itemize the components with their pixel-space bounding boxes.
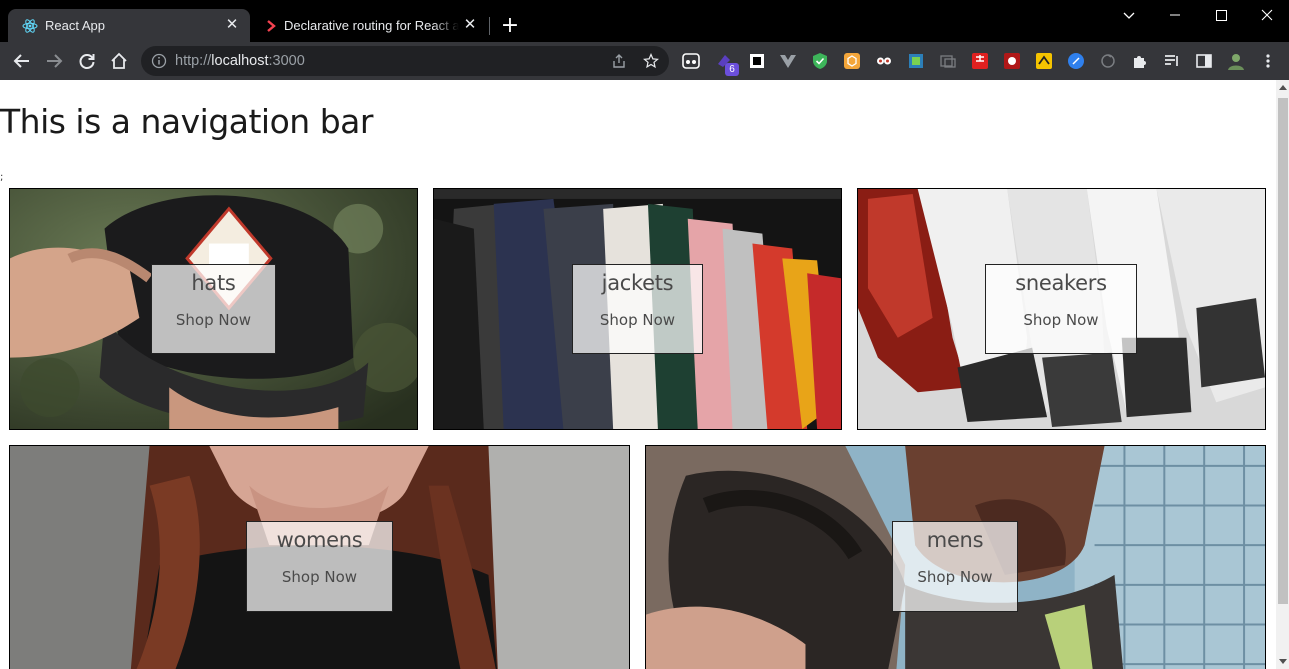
- stray-semicolon: ;: [0, 172, 4, 183]
- shop-now-link[interactable]: Shop Now: [573, 311, 702, 329]
- eyes-extension-icon[interactable]: [875, 52, 893, 70]
- tab-separator: [489, 17, 490, 35]
- close-window-icon[interactable]: [1257, 4, 1277, 26]
- site-info-icon[interactable]: [151, 53, 167, 69]
- card-title: jackets: [601, 271, 674, 295]
- colorful-square-extension-icon[interactable]: [907, 52, 925, 70]
- scrollbar-thumb[interactable]: [1278, 98, 1288, 604]
- reading-list-icon[interactable]: [1163, 52, 1181, 70]
- card-title: womens: [276, 528, 363, 552]
- sync-extension-icon[interactable]: [1099, 52, 1117, 70]
- close-tab-icon[interactable]: ✕: [462, 17, 478, 33]
- tab-search-chevron-icon[interactable]: [1119, 4, 1139, 26]
- yellow-extension-icon[interactable]: [1035, 52, 1053, 70]
- address-bar[interactable]: http://localhost:3000: [141, 46, 669, 76]
- close-tab-icon[interactable]: ✕: [224, 17, 240, 33]
- card-label-box[interactable]: sneakers Shop Now: [985, 264, 1137, 354]
- card-label-box[interactable]: jackets Shop Now: [572, 264, 703, 354]
- shop-now-link[interactable]: Shop Now: [986, 311, 1136, 329]
- minimize-icon[interactable]: [1165, 4, 1185, 26]
- extension-badge: 6: [725, 63, 739, 76]
- notion-web-clipper-icon[interactable]: [748, 52, 766, 70]
- card-title: sneakers: [1015, 271, 1107, 295]
- shop-now-link[interactable]: Shop Now: [893, 568, 1017, 586]
- tampermonkey-extension-icon[interactable]: [682, 52, 700, 70]
- honey-extension-icon[interactable]: [843, 52, 861, 70]
- adguard-shield-icon[interactable]: [811, 52, 829, 70]
- tab-react-router[interactable]: Declarative routing for React apps at an…: [254, 9, 488, 42]
- safari-compass-extension-icon[interactable]: [1067, 52, 1085, 70]
- scroll-down-arrow-icon[interactable]: [1279, 659, 1287, 664]
- reload-icon[interactable]: [77, 51, 97, 71]
- bookmark-star-icon[interactable]: [643, 53, 659, 69]
- react-logo-icon: [22, 19, 38, 33]
- url-text[interactable]: http://localhost:3000: [175, 53, 305, 69]
- react-router-logo-icon: [267, 20, 276, 32]
- category-card-mens[interactable]: mens Shop Now: [645, 445, 1266, 669]
- navigation-bar-heading: This is a navigation bar: [0, 102, 373, 141]
- browser-toolbar: http://localhost:3000 6: [0, 42, 1289, 80]
- category-card-womens[interactable]: womens Shop Now: [9, 445, 630, 669]
- back-arrow-icon[interactable]: [12, 51, 32, 71]
- card-label-box[interactable]: womens Shop Now: [246, 521, 393, 612]
- category-card-hats[interactable]: hats Shop Now: [9, 188, 418, 430]
- card-title: hats: [191, 271, 236, 295]
- tab-react-app[interactable]: React App ✕: [8, 9, 250, 42]
- tab-manager-extension-icon[interactable]: [939, 52, 957, 70]
- vertical-scrollbar[interactable]: [1276, 80, 1289, 669]
- card-label-box[interactable]: mens Shop Now: [892, 521, 1018, 612]
- tab-strip: React App ✕ Declarative routing for Reac…: [0, 0, 1289, 42]
- new-tab-icon[interactable]: +: [500, 15, 520, 37]
- forward-arrow-icon[interactable]: [44, 51, 64, 71]
- share-icon[interactable]: [611, 53, 627, 69]
- page-viewport: This is a navigation bar ; hats Shop Now: [0, 80, 1289, 669]
- tab-title: React App: [45, 18, 105, 33]
- category-card-sneakers[interactable]: sneakers Shop Now: [857, 188, 1266, 430]
- side-panel-icon[interactable]: [1195, 52, 1213, 70]
- hellgate-extension-icon[interactable]: [1003, 52, 1021, 70]
- scroll-up-arrow-icon[interactable]: [1279, 85, 1287, 90]
- shop-now-link[interactable]: Shop Now: [247, 568, 392, 586]
- category-card-jackets[interactable]: jackets Shop Now: [433, 188, 842, 430]
- red-translate-extension-icon[interactable]: [971, 52, 989, 70]
- maximize-icon[interactable]: [1211, 4, 1231, 26]
- tab-title: Declarative routing for React apps at an…: [284, 18, 459, 33]
- card-label-box[interactable]: hats Shop Now: [151, 264, 276, 354]
- extensions-puzzle-icon[interactable]: [1131, 52, 1149, 70]
- shop-now-link[interactable]: Shop Now: [152, 311, 275, 329]
- home-icon[interactable]: [109, 51, 129, 71]
- card-title: mens: [926, 528, 984, 552]
- chrome-menu-icon[interactable]: [1260, 52, 1276, 70]
- vue-devtools-icon[interactable]: [779, 52, 797, 70]
- profile-avatar-icon[interactable]: [1226, 51, 1246, 71]
